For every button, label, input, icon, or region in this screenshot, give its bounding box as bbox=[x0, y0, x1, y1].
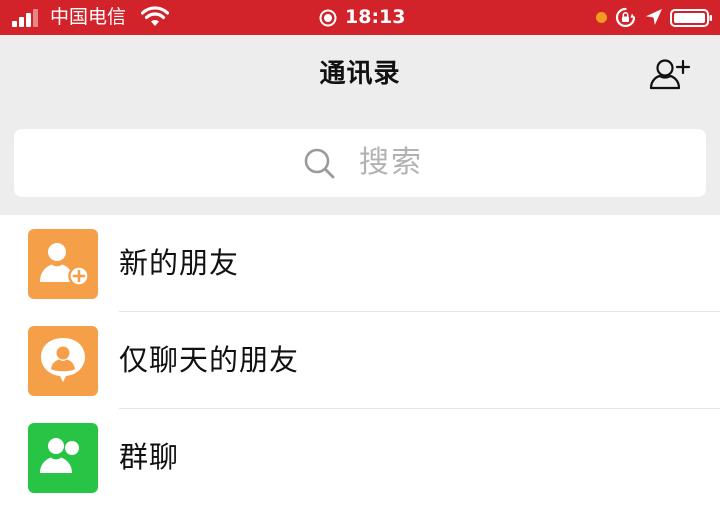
status-bar: 中国电信 18:13 bbox=[0, 0, 720, 35]
mic-indicator-dot bbox=[596, 12, 607, 23]
search-placeholder: 搜索 bbox=[359, 145, 423, 180]
carrier-name: 中国电信 bbox=[50, 6, 127, 28]
new-friend-icon bbox=[28, 229, 98, 299]
add-friend-icon[interactable] bbox=[648, 55, 692, 95]
rotation-lock-icon bbox=[615, 7, 636, 28]
search-input[interactable]: 搜索 bbox=[14, 129, 706, 197]
list-item-group-chats[interactable]: 群聊 bbox=[0, 409, 720, 506]
list-item-new-friends[interactable]: 新的朋友 bbox=[0, 215, 720, 312]
nav-bar: 通讯录 bbox=[0, 35, 720, 115]
list-item-chat-only-friends[interactable]: 仅聊天的朋友 bbox=[0, 312, 720, 409]
group-chat-icon bbox=[28, 423, 98, 493]
screen-record-icon bbox=[319, 9, 337, 27]
list-item-label: 群聊 bbox=[119, 440, 180, 474]
list-item-label: 新的朋友 bbox=[119, 246, 240, 280]
location-arrow-icon bbox=[646, 9, 662, 25]
signal-icon bbox=[12, 9, 44, 27]
contacts-menu-list: 新的朋友 仅聊天的朋友 群聊 bbox=[0, 215, 720, 493]
chat-only-friend-icon bbox=[28, 326, 98, 396]
search-icon bbox=[304, 148, 335, 179]
search-area: 搜索 bbox=[0, 115, 720, 215]
wifi-icon bbox=[141, 6, 169, 26]
list-item-label: 仅聊天的朋友 bbox=[119, 343, 300, 377]
battery-icon bbox=[670, 9, 712, 27]
page-title: 通讯录 bbox=[319, 59, 401, 89]
status-time: 18:13 bbox=[345, 6, 406, 28]
